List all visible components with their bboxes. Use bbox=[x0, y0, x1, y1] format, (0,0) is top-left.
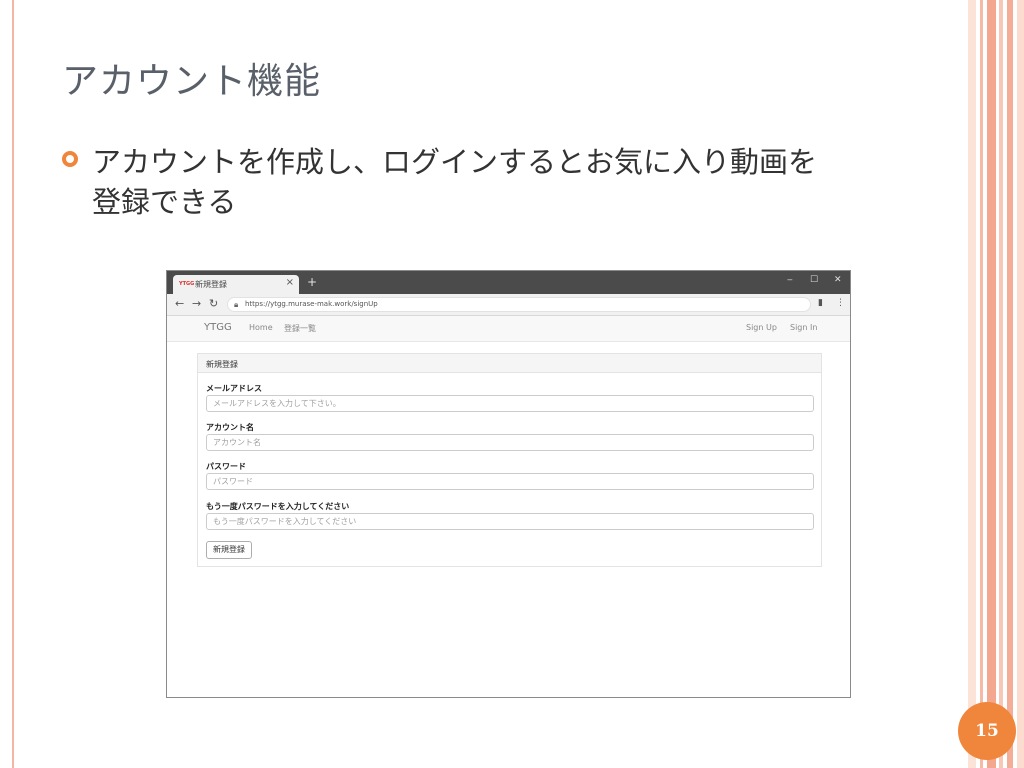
nav-sign-in[interactable]: Sign In bbox=[790, 323, 817, 332]
browser-toolbar: ← → ↻ 🔒︎ https://ytgg.murase-mak.work/si… bbox=[167, 294, 850, 316]
url-text: https://ytgg.murase-mak.work/signUp bbox=[245, 300, 378, 308]
back-icon[interactable]: ← bbox=[175, 297, 184, 310]
password-field[interactable] bbox=[206, 473, 814, 490]
password-label: パスワード bbox=[206, 462, 246, 471]
bullet-line-1: アカウントを作成し、ログインするとお気に入り動画を bbox=[92, 145, 818, 179]
tab-title: 新規登録 bbox=[195, 280, 227, 289]
close-tab-icon[interactable]: × bbox=[286, 277, 294, 288]
lock-icon: 🔒︎ bbox=[234, 300, 239, 309]
browser-tab[interactable]: YTGG 新規登録 × bbox=[173, 275, 299, 294]
close-window-icon[interactable]: ✕ bbox=[834, 275, 842, 285]
bullet-item: アカウントを作成し、ログインするとお気に入り動画を 登録できる bbox=[62, 142, 962, 222]
nav-home[interactable]: Home bbox=[249, 323, 273, 332]
profile-icon[interactable]: ▮ bbox=[818, 298, 823, 308]
favicon-icon: YTGG bbox=[179, 281, 195, 287]
menu-dots-icon[interactable]: ⋮ bbox=[836, 298, 845, 308]
account-name-label: アカウント名 bbox=[206, 423, 254, 432]
browser-screenshot: YTGG 新規登録 × + ‒ ☐ ✕ ← → ↻ 🔒︎ https://ytg… bbox=[166, 270, 851, 698]
bullet-line-2: 登録できる bbox=[92, 185, 237, 219]
ring-bullet-icon bbox=[62, 151, 78, 167]
password-confirm-label: もう一度パスワードを入力してください bbox=[206, 502, 350, 511]
app-navbar: YTGG Home 登録一覧 Sign Up Sign In bbox=[167, 316, 850, 342]
nav-sign-up[interactable]: Sign Up bbox=[746, 323, 777, 332]
reload-icon[interactable]: ↻ bbox=[209, 297, 218, 310]
account-name-field[interactable] bbox=[206, 434, 814, 451]
card-title: 新規登録 bbox=[206, 360, 238, 369]
signup-form-card: 新規登録 メールアドレス アカウント名 パスワード もう一度パスワードを入力して… bbox=[197, 353, 822, 567]
bullet-text: アカウントを作成し、ログインするとお気に入り動画を 登録できる bbox=[92, 142, 962, 222]
signup-submit-button[interactable]: 新規登録 bbox=[206, 541, 252, 559]
slide-title: アカウント機能 bbox=[62, 61, 322, 102]
browser-tab-bar: YTGG 新規登録 × + ‒ ☐ ✕ bbox=[167, 271, 850, 294]
forward-icon[interactable]: → bbox=[192, 297, 201, 310]
address-bar[interactable]: 🔒︎ https://ytgg.murase-mak.work/signUp bbox=[227, 297, 811, 312]
maximize-icon[interactable]: ☐ bbox=[810, 275, 818, 285]
card-header: 新規登録 bbox=[198, 353, 821, 373]
email-field[interactable] bbox=[206, 395, 814, 412]
new-tab-icon[interactable]: + bbox=[307, 275, 317, 289]
email-label: メールアドレス bbox=[206, 384, 262, 393]
nav-list[interactable]: 登録一覧 bbox=[284, 323, 316, 334]
decorative-stripes bbox=[968, 0, 1024, 768]
minimize-icon[interactable]: ‒ bbox=[787, 275, 793, 285]
left-border-line bbox=[12, 0, 14, 768]
password-confirm-field[interactable] bbox=[206, 513, 814, 530]
brand-link[interactable]: YTGG bbox=[204, 322, 232, 333]
page-number-badge: 15 bbox=[958, 702, 1016, 760]
